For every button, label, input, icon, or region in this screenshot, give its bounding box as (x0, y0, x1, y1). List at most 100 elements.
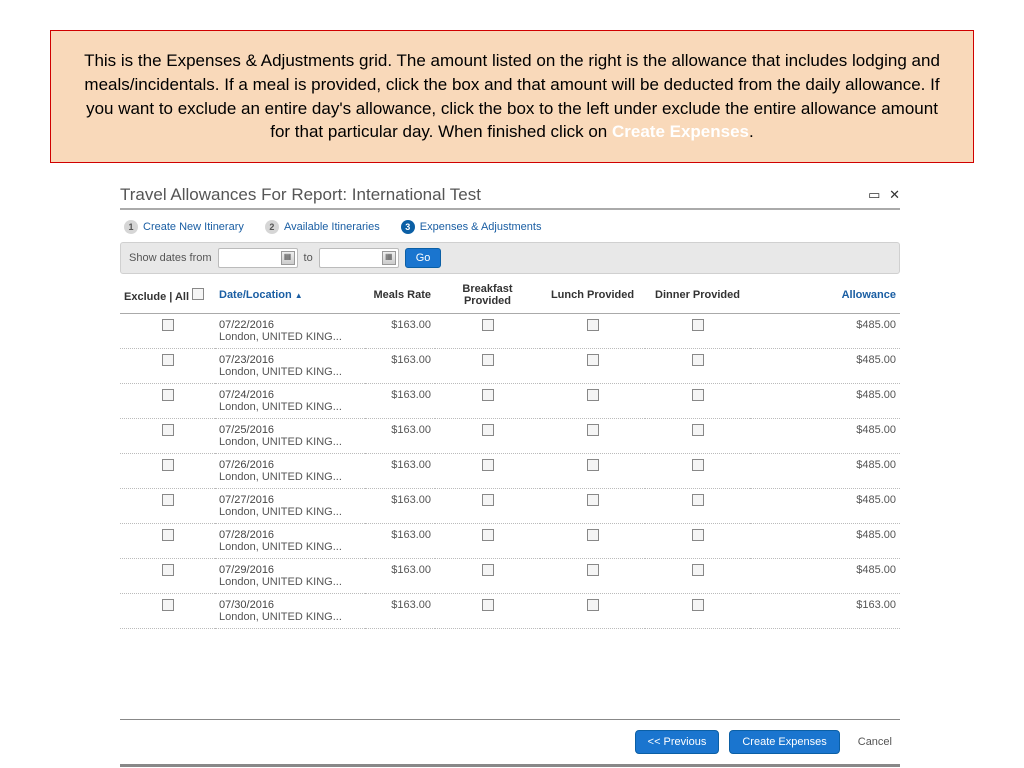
row-meals-rate: $163.00 (365, 349, 435, 384)
exclude-checkbox[interactable] (162, 459, 174, 471)
breakfast-checkbox[interactable] (482, 599, 494, 611)
row-meals-rate: $163.00 (365, 524, 435, 559)
row-date: 07/25/2016 (219, 424, 361, 436)
instruction-callout: This is the Expenses & Adjustments grid.… (50, 30, 974, 163)
exclude-checkbox[interactable] (162, 424, 174, 436)
table-row: 07/23/2016London, UNITED KING...$163.00$… (120, 349, 900, 384)
step-expenses-adjustments[interactable]: 3 Expenses & Adjustments (401, 220, 542, 234)
col-date-location[interactable]: Date/Location ▲ (215, 278, 365, 314)
exclude-checkbox[interactable] (162, 564, 174, 576)
step-label-1: Create New Itinerary (143, 221, 244, 233)
dinner-checkbox[interactable] (692, 564, 704, 576)
table-row: 07/27/2016London, UNITED KING...$163.00$… (120, 489, 900, 524)
date-from-input[interactable]: ▦ (218, 248, 298, 268)
row-location: London, UNITED KING... (219, 576, 361, 588)
cancel-link[interactable]: Cancel (850, 736, 900, 748)
row-allowance: $485.00 (750, 384, 900, 419)
row-location: London, UNITED KING... (219, 401, 361, 413)
lunch-checkbox[interactable] (587, 354, 599, 366)
panel-title: Travel Allowances For Report: Internatio… (120, 185, 481, 205)
table-row: 07/29/2016London, UNITED KING...$163.00$… (120, 559, 900, 594)
table-row: 07/28/2016London, UNITED KING...$163.00$… (120, 524, 900, 559)
lunch-checkbox[interactable] (587, 529, 599, 541)
col-exclude: Exclude | All (120, 278, 215, 314)
lunch-checkbox[interactable] (587, 389, 599, 401)
dinner-checkbox[interactable] (692, 319, 704, 331)
footer-buttons: << Previous Create Expenses Cancel (120, 730, 900, 754)
breakfast-checkbox[interactable] (482, 424, 494, 436)
window-controls: ▭ ✕ (863, 187, 900, 203)
callout-text-before: This is the Expenses & Adjustments grid.… (84, 51, 940, 141)
lunch-checkbox[interactable] (587, 564, 599, 576)
calendar-icon[interactable]: ▦ (281, 251, 295, 265)
create-expenses-button[interactable]: Create Expenses (729, 730, 839, 754)
step-label-2: Available Itineraries (284, 221, 380, 233)
row-date: 07/27/2016 (219, 494, 361, 506)
row-meals-rate: $163.00 (365, 489, 435, 524)
dinner-checkbox[interactable] (692, 424, 704, 436)
calendar-icon[interactable]: ▦ (382, 251, 396, 265)
step-create-itinerary[interactable]: 1 Create New Itinerary (124, 220, 244, 234)
dinner-checkbox[interactable] (692, 354, 704, 366)
travel-allowances-panel: Travel Allowances For Report: Internatio… (120, 185, 900, 767)
row-meals-rate: $163.00 (365, 419, 435, 454)
go-button[interactable]: Go (405, 248, 442, 268)
breakfast-checkbox[interactable] (482, 529, 494, 541)
row-location: London, UNITED KING... (219, 541, 361, 553)
lunch-checkbox[interactable] (587, 319, 599, 331)
maximize-icon[interactable]: ▭ (868, 187, 880, 202)
breakfast-checkbox[interactable] (482, 459, 494, 471)
title-divider (120, 208, 900, 210)
col-meals-rate: Meals Rate (365, 278, 435, 314)
row-meals-rate: $163.00 (365, 314, 435, 349)
exclude-checkbox[interactable] (162, 354, 174, 366)
breakfast-checkbox[interactable] (482, 354, 494, 366)
table-row: 07/24/2016London, UNITED KING... $163.00 $… (120, 384, 900, 419)
breakfast-checkbox[interactable] (482, 319, 494, 331)
row-allowance: $485.00 (750, 559, 900, 594)
dinner-checkbox[interactable] (692, 599, 704, 611)
row-allowance: $485.00 (750, 454, 900, 489)
row-allowance: $485.00 (750, 489, 900, 524)
row-date: 07/24/2016 (219, 389, 361, 401)
row-location: London, UNITED KING... (219, 611, 361, 623)
exclude-checkbox[interactable] (162, 529, 174, 541)
exclude-checkbox[interactable] (162, 599, 174, 611)
exclude-all-checkbox[interactable] (192, 288, 204, 300)
table-row: 07/25/2016London, UNITED KING...$163.00$… (120, 419, 900, 454)
row-date: 07/26/2016 (219, 459, 361, 471)
row-meals-rate: $163.00 (365, 384, 435, 419)
lunch-checkbox[interactable] (587, 459, 599, 471)
row-date: 07/30/2016 (219, 599, 361, 611)
step-badge-1: 1 (124, 220, 138, 234)
breakfast-checkbox[interactable] (482, 564, 494, 576)
row-allowance: $485.00 (750, 349, 900, 384)
previous-button[interactable]: << Previous (635, 730, 720, 754)
footer-divider (120, 719, 900, 720)
row-date: 07/29/2016 (219, 564, 361, 576)
lunch-checkbox[interactable] (587, 424, 599, 436)
dinner-checkbox[interactable] (692, 459, 704, 471)
lunch-checkbox[interactable] (587, 494, 599, 506)
dinner-checkbox[interactable] (692, 389, 704, 401)
exclude-checkbox[interactable] (162, 494, 174, 506)
exclude-checkbox[interactable] (162, 319, 174, 331)
table-row: 07/26/2016London, UNITED KING...$163.00$… (120, 454, 900, 489)
dinner-checkbox[interactable] (692, 529, 704, 541)
table-row: 07/30/2016London, UNITED KING...$163.00$… (120, 594, 900, 629)
step-available-itineraries[interactable]: 2 Available Itineraries (265, 220, 380, 234)
dinner-checkbox[interactable] (692, 494, 704, 506)
row-location: London, UNITED KING... (219, 331, 361, 343)
bottom-rule (120, 764, 900, 767)
close-icon[interactable]: ✕ (889, 187, 900, 202)
exclude-checkbox[interactable] (162, 389, 174, 401)
table-header-row: Exclude | All Date/Location ▲ Meals Rate… (120, 278, 900, 314)
lunch-checkbox[interactable] (587, 599, 599, 611)
table-row: 07/22/2016London, UNITED KING...$163.00$… (120, 314, 900, 349)
breakfast-checkbox[interactable] (482, 494, 494, 506)
row-location: London, UNITED KING... (219, 366, 361, 378)
date-to-input[interactable]: ▦ (319, 248, 399, 268)
callout-highlight: Create Expenses (612, 122, 749, 141)
col-allowance[interactable]: Allowance (750, 278, 900, 314)
breakfast-checkbox[interactable] (482, 389, 494, 401)
